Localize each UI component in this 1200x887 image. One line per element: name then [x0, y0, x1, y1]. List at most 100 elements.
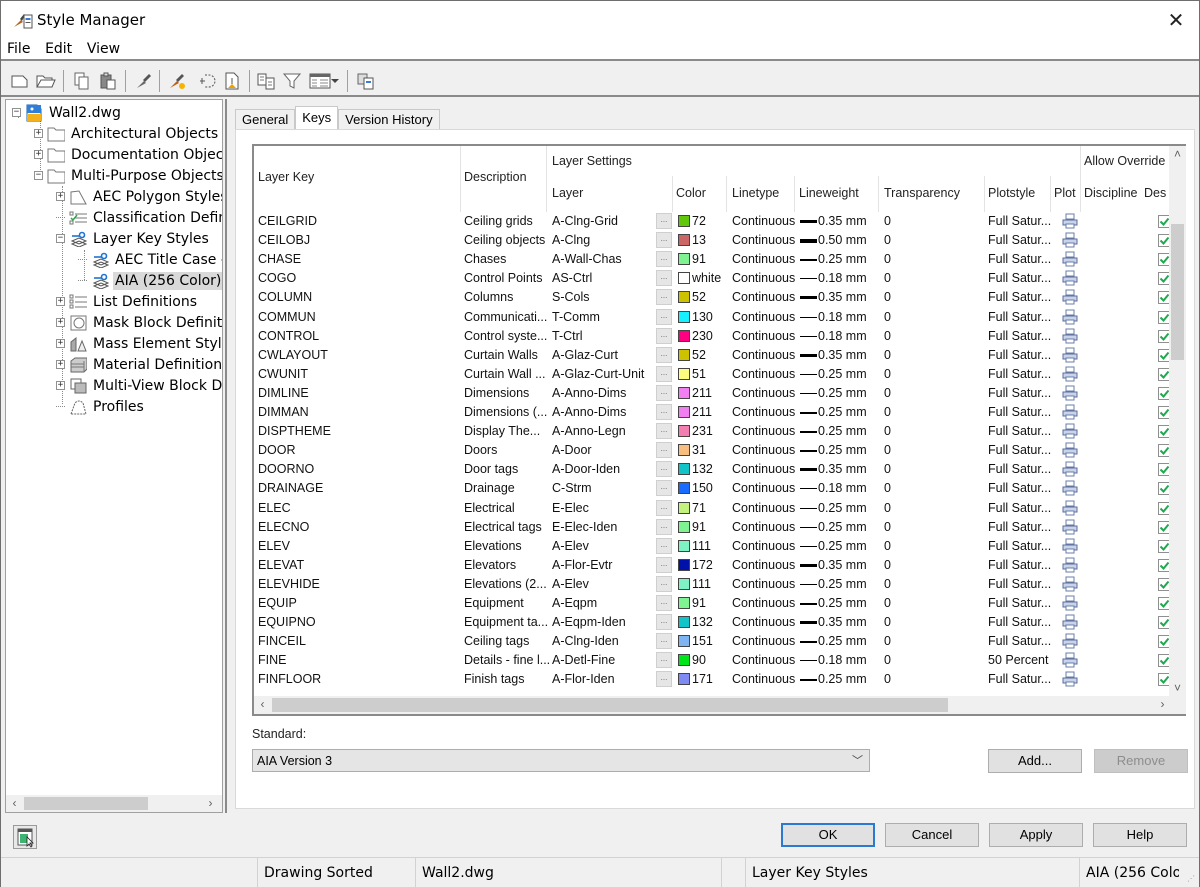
layer-browse-button[interactable]: ... — [656, 614, 672, 631]
color-swatch[interactable] — [678, 329, 690, 342]
layer-browse-button[interactable]: ... — [656, 308, 672, 325]
color-cell[interactable]: 111 — [692, 539, 728, 553]
scroll-thumb[interactable] — [1171, 224, 1184, 360]
tree-horizontal-scrollbar[interactable]: ‹ › — [6, 795, 222, 812]
color-cell[interactable]: 230 — [692, 329, 728, 343]
linetype-cell[interactable]: Continuous — [732, 501, 796, 515]
color-swatch[interactable] — [678, 482, 690, 495]
lineweight-cell[interactable]: 0.25 mm — [818, 386, 878, 400]
printer-icon[interactable] — [1062, 213, 1078, 229]
table-row[interactable]: COLUMN Columns S-Cols... 52 Continuous 0.35 m… — [254, 288, 1174, 307]
tree-item[interactable]: Profiles — [56, 396, 146, 417]
linetype-cell[interactable]: Continuous — [732, 596, 796, 610]
plotstyle-cell[interactable]: Full Satur... — [988, 558, 1052, 572]
plotstyle-cell[interactable]: Full Satur... — [988, 252, 1052, 266]
color-cell[interactable]: 13 — [692, 233, 728, 247]
header-color[interactable]: Color — [676, 186, 706, 200]
scroll-thumb[interactable] — [24, 797, 148, 810]
lineweight-cell[interactable]: 0.25 mm — [818, 577, 878, 591]
linetype-cell[interactable]: Continuous — [732, 271, 796, 285]
lineweight-cell[interactable]: 0.25 mm — [818, 367, 878, 381]
color-cell[interactable]: 130 — [692, 310, 728, 324]
printer-icon[interactable] — [1062, 328, 1078, 344]
expand-icon[interactable]: + — [56, 339, 65, 348]
lineweight-cell[interactable]: 0.50 mm — [818, 233, 878, 247]
linetype-cell[interactable]: Continuous — [732, 310, 796, 324]
standard-select[interactable]: AIA Version 3 ﹀ — [252, 749, 870, 772]
lineweight-cell[interactable]: 0.25 mm — [818, 501, 878, 515]
lineweight-cell[interactable]: 0.18 mm — [818, 329, 878, 343]
transparency-cell[interactable]: 0 — [884, 653, 974, 667]
transparency-cell[interactable]: 0 — [884, 252, 974, 266]
sort-icon[interactable] — [255, 70, 277, 92]
color-cell[interactable]: 111 — [692, 577, 728, 591]
tree-item[interactable]: + Mass Element Style — [56, 333, 222, 354]
plotstyle-cell[interactable]: Full Satur... — [988, 233, 1052, 247]
linetype-cell[interactable]: Continuous — [732, 405, 796, 419]
lineweight-cell[interactable]: 0.35 mm — [818, 214, 878, 228]
plotstyle-cell[interactable]: Full Satur... — [988, 462, 1052, 476]
color-cell[interactable]: 172 — [692, 558, 728, 572]
color-swatch[interactable] — [678, 597, 690, 609]
layer-browse-button[interactable]: ... — [656, 346, 672, 363]
toggle-drawing-view-icon[interactable] — [13, 825, 37, 849]
layer-browse-button[interactable]: ... — [656, 327, 672, 344]
collapse-icon[interactable]: − — [56, 234, 65, 243]
plotstyle-cell[interactable]: Full Satur... — [988, 443, 1052, 457]
table-row[interactable]: ELEVHIDE Elevations (2... A-Elev... 111 Cont… — [254, 575, 1174, 594]
header-plot[interactable]: Plot — [1054, 186, 1076, 200]
color-swatch[interactable] — [678, 291, 690, 304]
printer-icon[interactable] — [1062, 385, 1078, 401]
ok-button[interactable]: OK — [781, 823, 875, 847]
table-row[interactable]: ELEC Electrical E-Elec... 71 Continuous 0.25 … — [254, 499, 1174, 518]
expand-icon[interactable]: + — [34, 150, 43, 159]
transparency-cell[interactable]: 0 — [884, 271, 974, 285]
header-designator[interactable]: Des — [1144, 186, 1166, 200]
printer-icon[interactable] — [1062, 576, 1078, 592]
linetype-cell[interactable]: Continuous — [732, 386, 796, 400]
header-layer-key[interactable]: Layer Key — [258, 170, 314, 184]
tree-item[interactable]: − Wall2.dwg — [12, 102, 123, 123]
table-row[interactable]: DIMMAN Dimensions (... A-Anno-Dims... 211 Co… — [254, 403, 1174, 422]
tab-general[interactable]: General — [235, 109, 296, 129]
linetype-cell[interactable]: Continuous — [732, 539, 796, 553]
color-swatch[interactable] — [678, 348, 690, 361]
color-cell[interactable]: 71 — [692, 501, 728, 515]
linetype-cell[interactable]: Continuous — [732, 252, 796, 266]
help-button[interactable]: Help — [1093, 823, 1187, 847]
edit-style-icon[interactable] — [167, 70, 189, 92]
color-cell[interactable]: 151 — [692, 634, 728, 648]
layer-browse-button[interactable]: ... — [656, 213, 672, 229]
lineweight-cell[interactable]: 0.18 mm — [818, 481, 878, 495]
color-swatch[interactable] — [678, 253, 690, 266]
scroll-thumb[interactable] — [272, 698, 948, 712]
color-cell[interactable]: 132 — [692, 462, 728, 476]
menu-file[interactable]: File — [1, 39, 35, 57]
tab-version-history[interactable]: Version History — [338, 109, 440, 129]
tree-item[interactable]: + Mask Block Definiti — [56, 312, 222, 333]
expand-icon[interactable]: + — [56, 192, 65, 201]
tree-item[interactable]: + Material Definitions — [56, 354, 222, 375]
color-cell[interactable]: 51 — [692, 367, 728, 381]
linetype-cell[interactable]: Continuous — [732, 634, 796, 648]
expand-icon[interactable]: + — [34, 129, 43, 138]
linetype-cell[interactable]: Continuous — [732, 329, 796, 343]
plotstyle-cell[interactable]: Full Satur... — [988, 290, 1052, 304]
color-cell[interactable]: 91 — [692, 596, 728, 610]
transparency-cell[interactable]: 0 — [884, 520, 974, 534]
plotstyle-cell[interactable]: Full Satur... — [988, 271, 1052, 285]
table-row[interactable]: DOORNO Door tags A-Door-Iden... 132 Continuo… — [254, 460, 1174, 479]
tree-item[interactable]: + List Definitions — [56, 291, 199, 312]
new-icon[interactable] — [9, 70, 31, 92]
set-from-icon[interactable] — [195, 70, 217, 92]
layer-browse-button[interactable]: ... — [656, 556, 672, 573]
collapse-icon[interactable]: − — [12, 108, 21, 117]
grid-vertical-scrollbar[interactable]: ˄ ˅ — [1169, 146, 1186, 700]
lineweight-cell[interactable]: 0.35 mm — [818, 462, 878, 476]
printer-icon[interactable] — [1062, 614, 1078, 630]
transparency-cell[interactable]: 0 — [884, 539, 974, 553]
scroll-up-arrow[interactable]: ˄ — [1169, 146, 1186, 163]
printer-icon[interactable] — [1062, 404, 1078, 420]
plotstyle-cell[interactable]: Full Satur... — [988, 481, 1052, 495]
tree-item[interactable]: + Multi-View Block D — [56, 375, 222, 396]
